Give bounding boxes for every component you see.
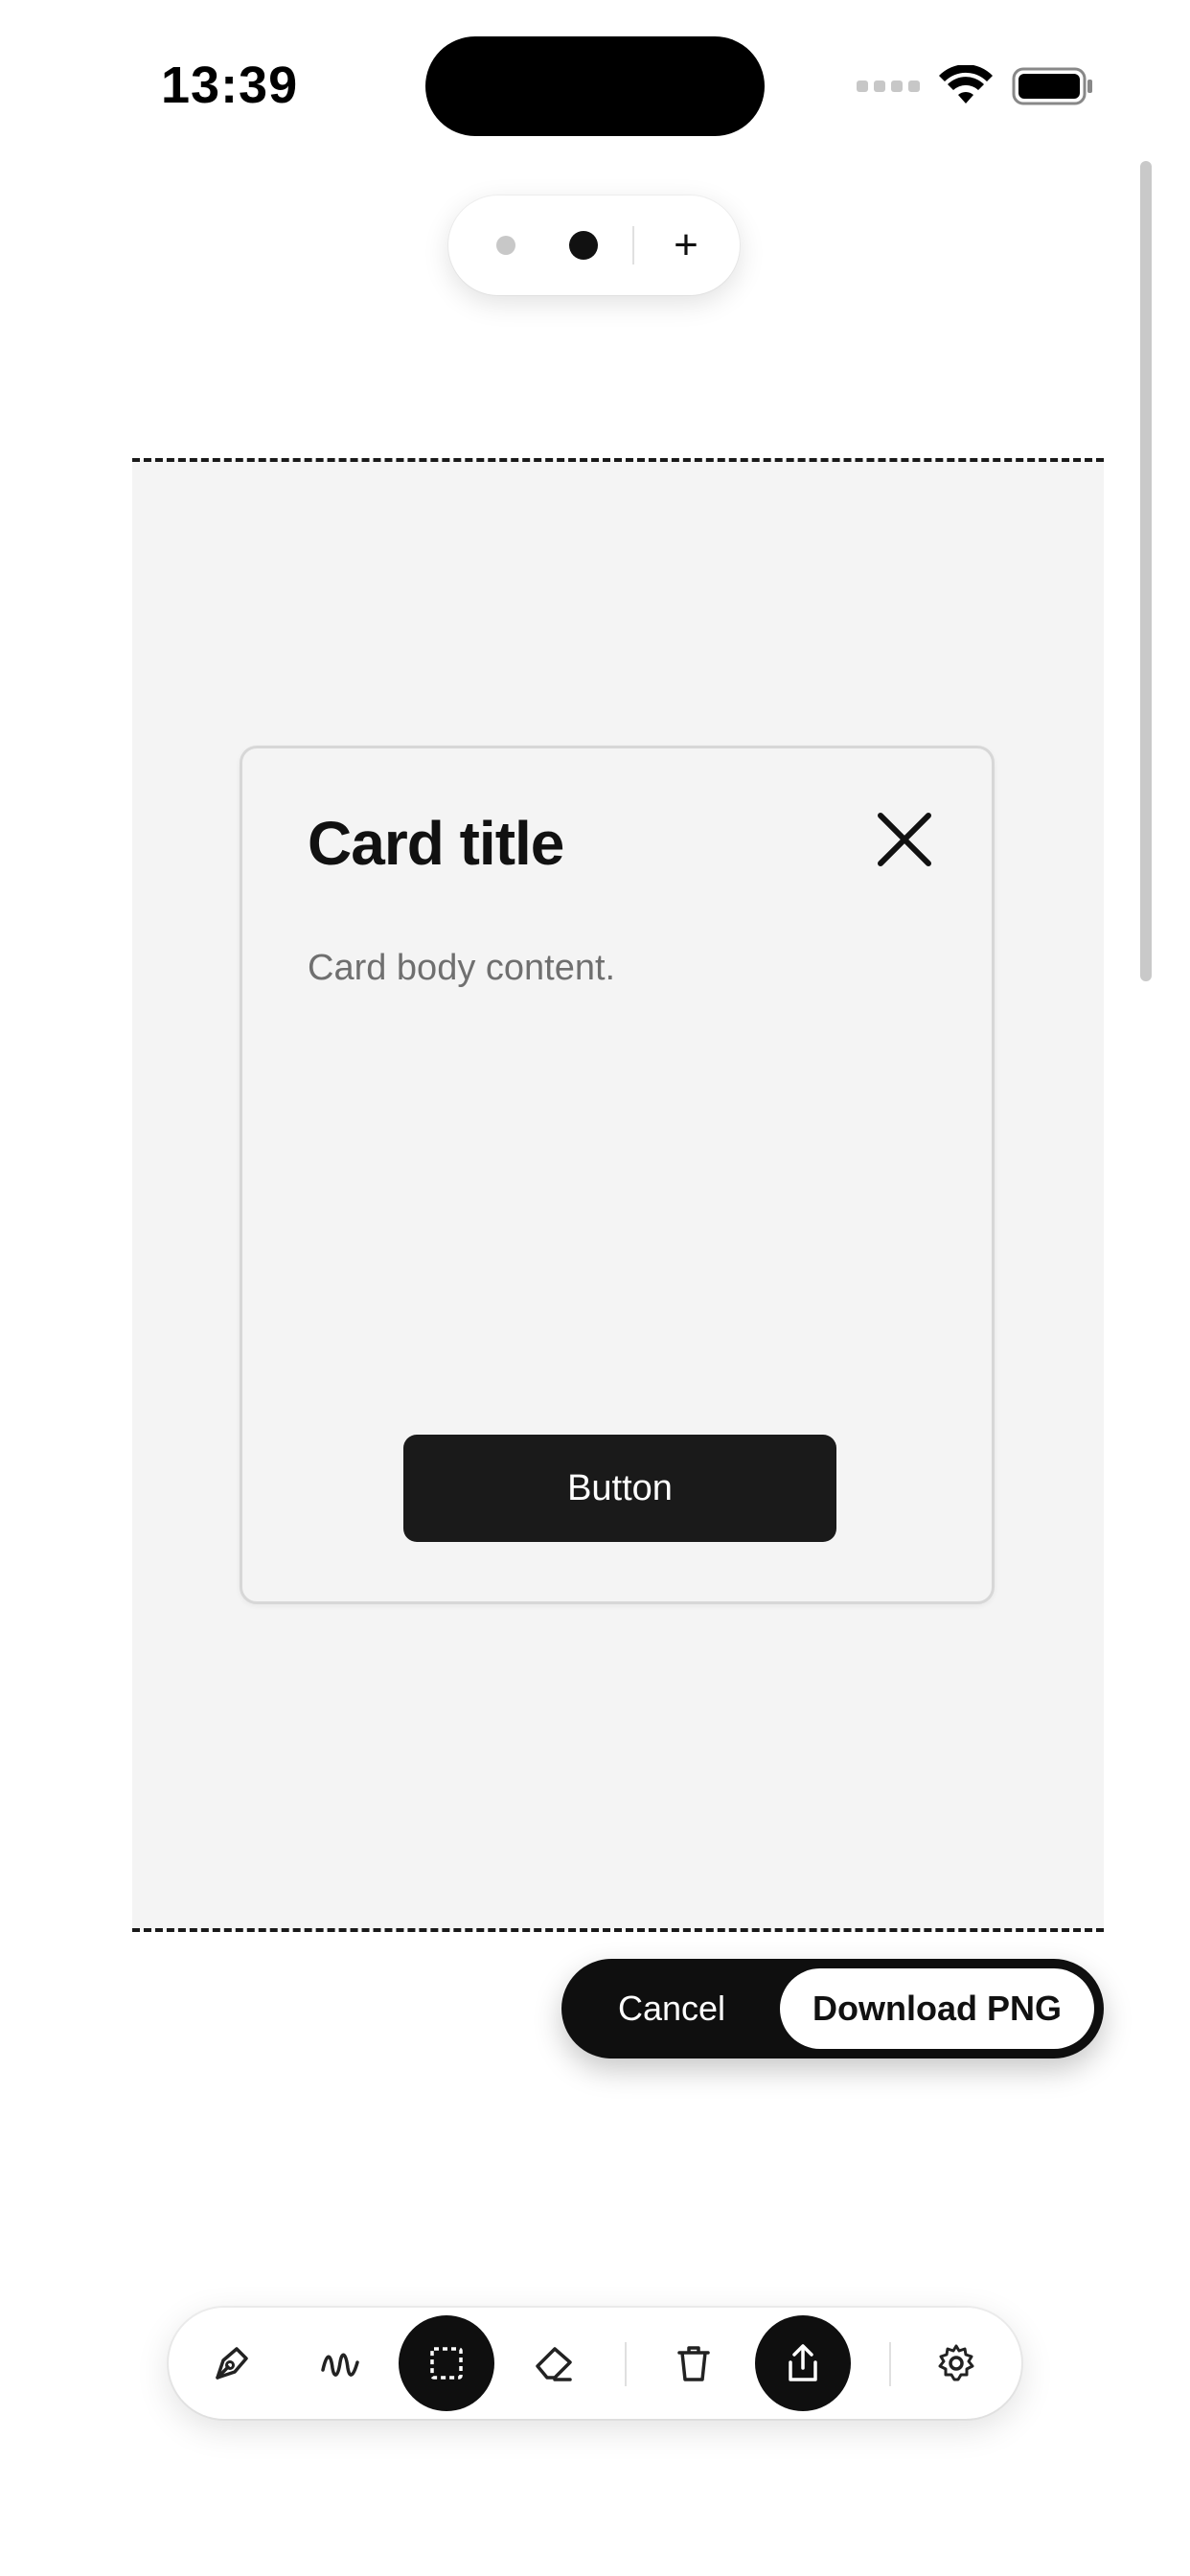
divider [632, 226, 634, 264]
size-small-option[interactable] [496, 236, 515, 255]
export-bar: Cancel Download PNG [561, 1959, 1104, 2058]
close-icon[interactable] [875, 810, 934, 869]
eraser-icon [536, 2347, 572, 2381]
battery-icon [1012, 67, 1092, 105]
eraser-tool-button[interactable] [506, 2315, 602, 2411]
cellular-signal-icon [857, 80, 920, 92]
trash-icon [677, 2346, 710, 2381]
cancel-button[interactable]: Cancel [600, 1959, 744, 2058]
selection-tool-button[interactable] [399, 2315, 494, 2411]
share-button[interactable] [755, 2315, 851, 2411]
settings-button[interactable] [908, 2315, 1004, 2411]
card-button[interactable]: Button [403, 1435, 836, 1542]
delete-button[interactable] [646, 2315, 742, 2411]
freehand-tool-button[interactable] [293, 2315, 389, 2411]
download-png-button[interactable]: Download PNG [780, 1968, 1094, 2049]
stroke-size-selector: + [448, 196, 740, 295]
squiggle-icon [321, 2353, 359, 2377]
dynamic-island [425, 36, 765, 136]
drawing-toolbar [169, 2308, 1021, 2419]
toolbar-divider [889, 2342, 891, 2386]
card-body: Card body content. [308, 948, 616, 988]
settings-icon [938, 2344, 974, 2381]
capture-bottom-boundary [132, 1928, 1104, 1932]
add-size-button[interactable]: + [661, 220, 711, 270]
wifi-icon [939, 65, 993, 104]
size-large-option[interactable] [569, 231, 598, 260]
share-icon [789, 2344, 817, 2381]
status-icons [857, 65, 1094, 107]
pen-icon [216, 2347, 248, 2380]
scrollbar[interactable] [1140, 161, 1152, 981]
status-time: 13:39 [161, 57, 299, 114]
toolbar-divider [625, 2342, 627, 2386]
card: Card title Card body content. Button [240, 746, 995, 1604]
selection-icon [430, 2347, 463, 2380]
capture-top-boundary [132, 458, 1104, 462]
card-title: Card title [308, 809, 564, 878]
pen-tool-button[interactable] [184, 2315, 280, 2411]
